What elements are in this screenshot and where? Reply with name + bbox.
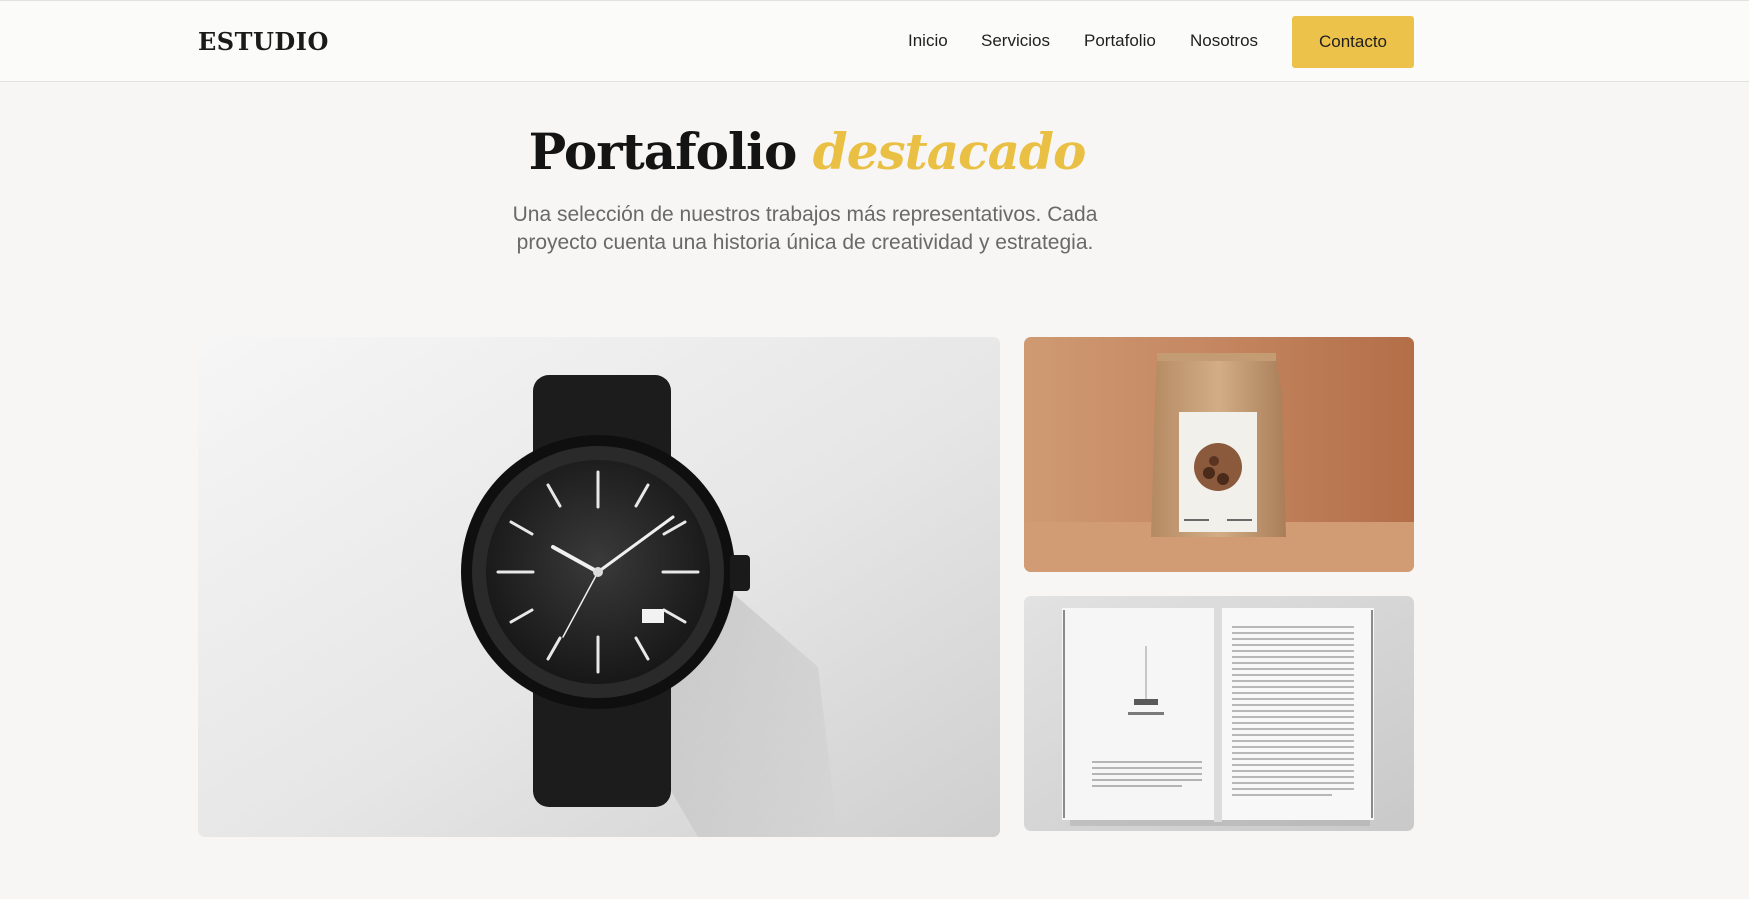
nav-link-inicio[interactable]: Inicio [908, 31, 948, 51]
portfolio-item-watch[interactable] [198, 337, 1000, 837]
page-title-accent: destacado [812, 122, 1087, 181]
watch-image [198, 337, 1000, 837]
page-subtitle: Una selección de nuestros trabajos más r… [512, 203, 1098, 254]
nav-link-portafolio[interactable]: Portafolio [1084, 31, 1156, 51]
nav-link-nosotros[interactable]: Nosotros [1190, 31, 1258, 51]
portfolio-item-book[interactable] [1024, 596, 1414, 831]
page-title-main: Portafolio [528, 122, 798, 181]
portfolio-item-coffee-bag[interactable] [1024, 337, 1414, 572]
navbar: ESTUDIO Inicio Servicios Portafolio Noso… [0, 0, 1749, 82]
page-title: Portafolio destacado [0, 122, 1614, 181]
logo[interactable]: ESTUDIO [198, 27, 329, 56]
book-image [1024, 596, 1414, 831]
coffee-bag-image [1024, 337, 1414, 572]
contact-button[interactable]: Contacto [1292, 16, 1414, 68]
nav-link-servicios[interactable]: Servicios [981, 31, 1050, 51]
